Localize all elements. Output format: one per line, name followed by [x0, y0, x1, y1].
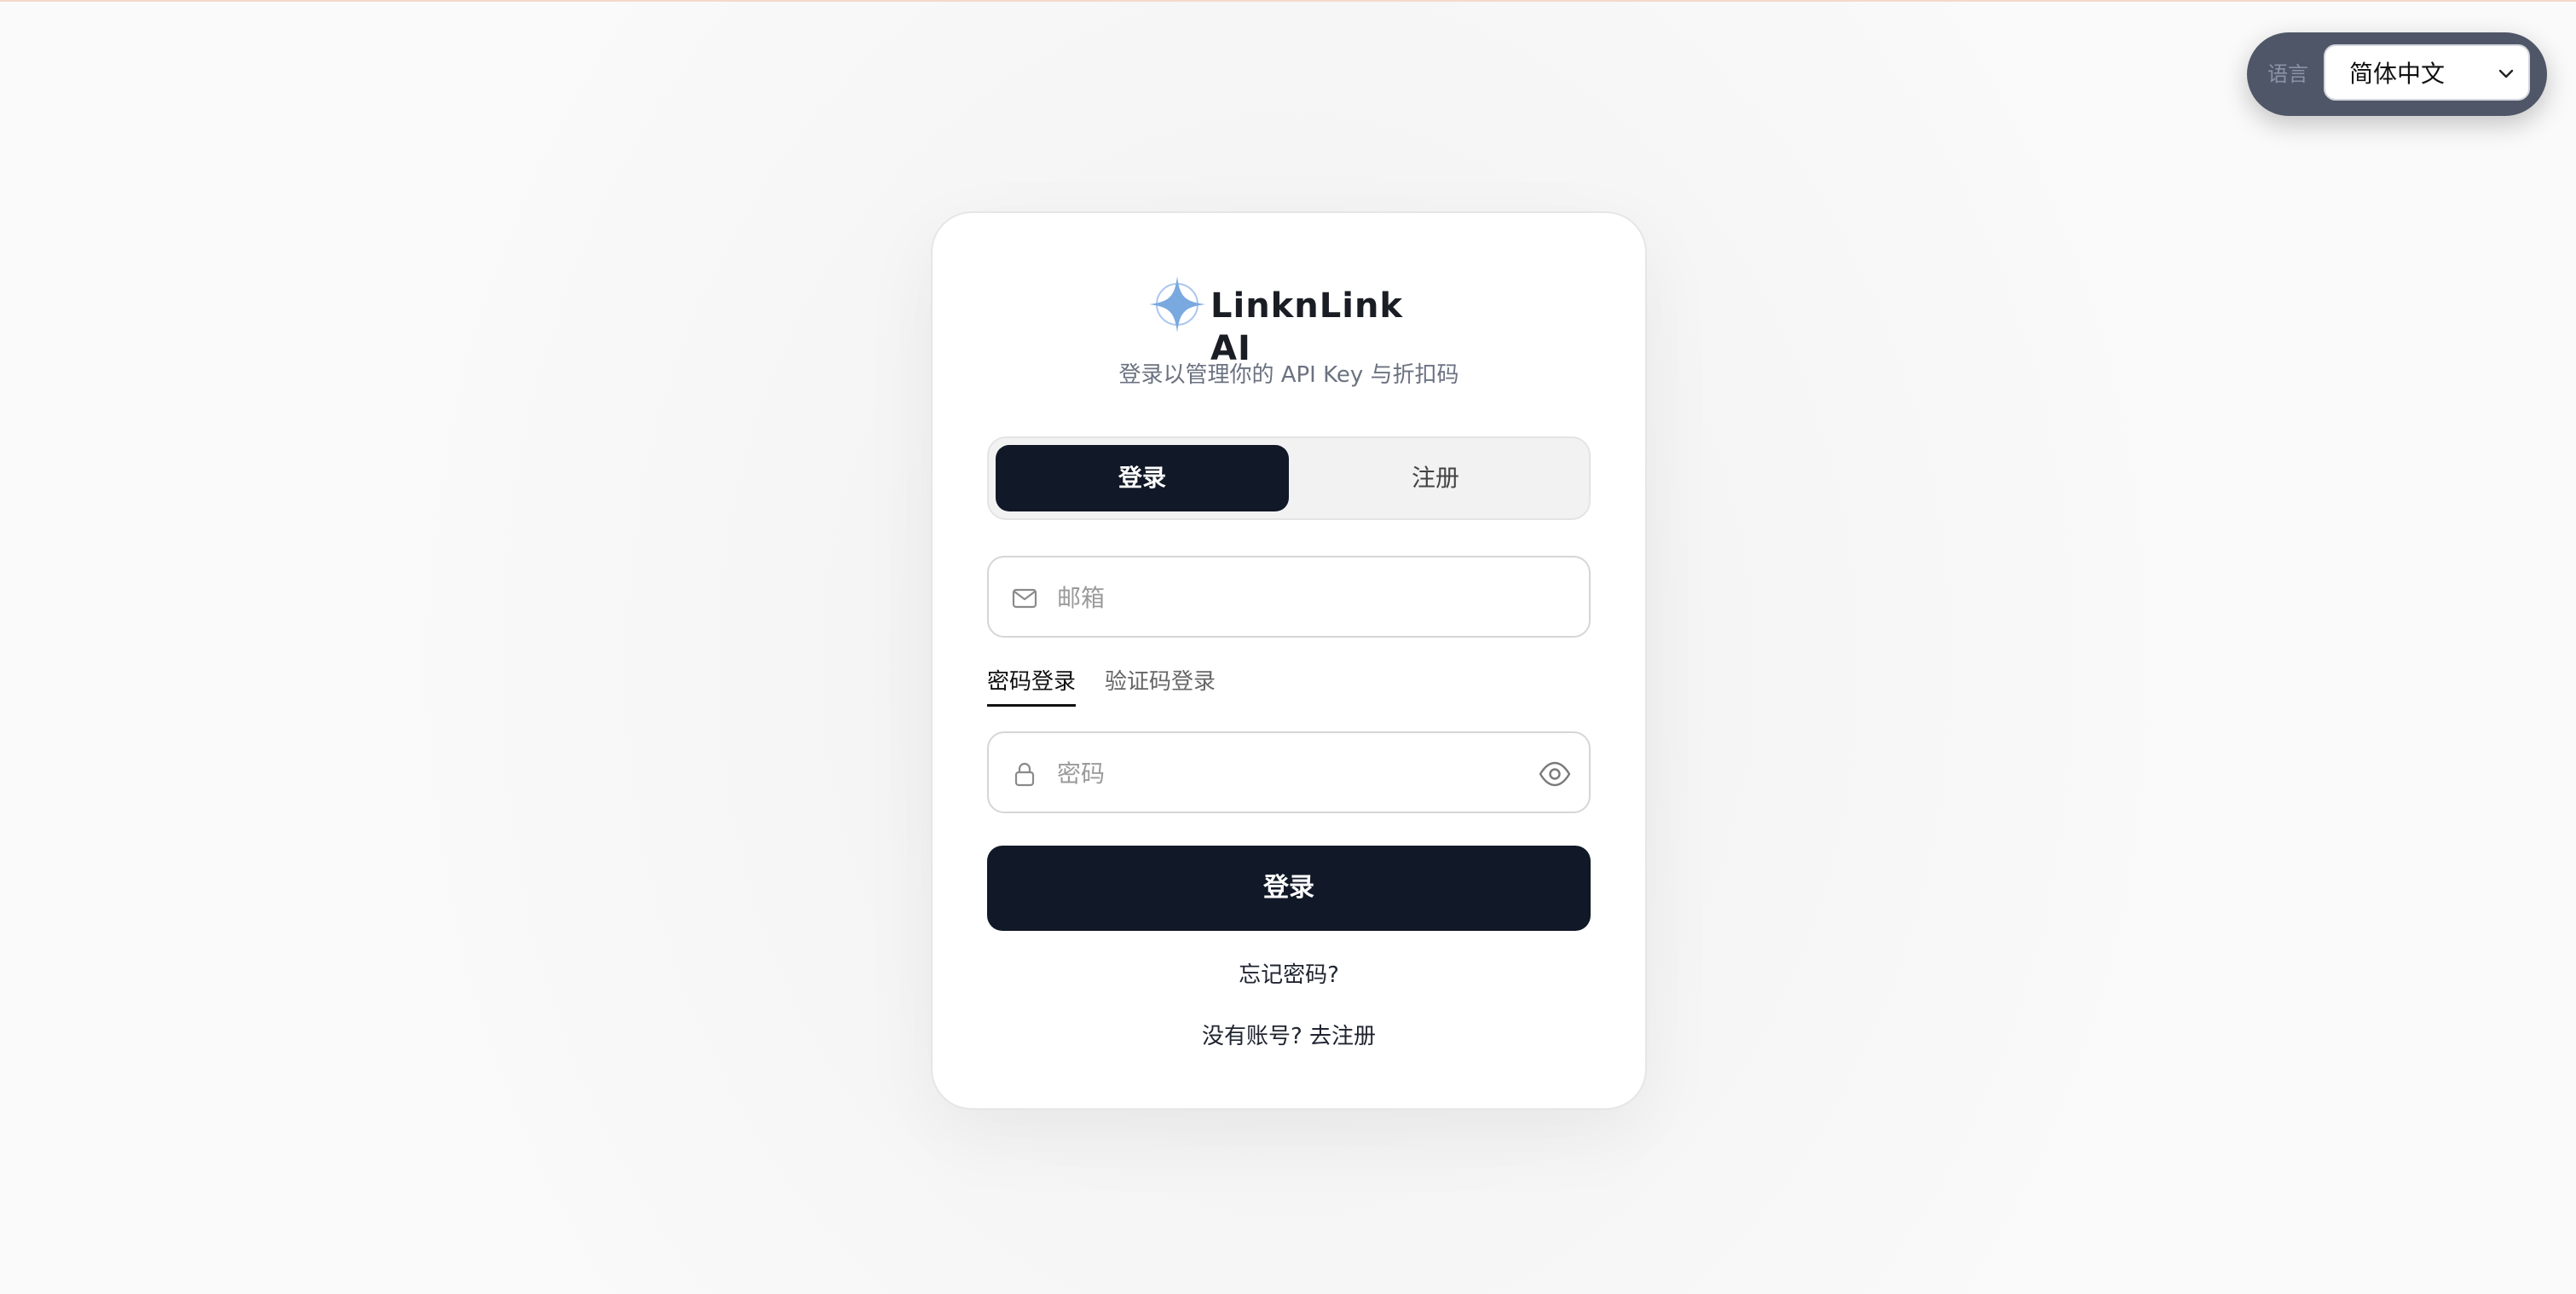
login-card: LinknLink AI 登录以管理你的 API Key 与折扣码 登录 注册 … — [931, 211, 1647, 1110]
brand-name: LinknLink AI — [1210, 286, 1404, 368]
forgot-password-link[interactable]: 忘记密码? — [1239, 962, 1339, 988]
language-select[interactable]: 简体中文 — [2324, 44, 2530, 101]
signup-prompt: 没有账号? — [1201, 1024, 1302, 1049]
four-point-star-icon — [1149, 276, 1205, 332]
login-submit-button[interactable]: 登录 — [987, 846, 1591, 931]
brand-logo: LinknLink AI — [1147, 271, 1437, 368]
language-switcher: 语言 简体中文 — [2247, 32, 2547, 116]
language-label: 语言 — [2267, 62, 2308, 86]
top-accent-line — [0, 0, 2576, 2]
email-input[interactable] — [1057, 576, 1517, 619]
login-method-tabs: 密码登录 验证码登录 — [987, 665, 1328, 708]
forgot-password-row: 忘记密码? — [933, 960, 1645, 991]
page-subtitle: 登录以管理你的 API Key 与折扣码 — [1118, 362, 1459, 388]
language-selected-value: 简体中文 — [2349, 60, 2446, 88]
signup-row: 没有账号? 去注册 — [933, 1021, 1645, 1052]
eye-icon[interactable] — [1538, 759, 1572, 789]
tab-register[interactable]: 注册 — [1289, 445, 1582, 511]
password-input[interactable] — [1057, 752, 1517, 794]
mail-icon — [1012, 588, 1037, 609]
auth-mode-tabs: 登录 注册 — [987, 436, 1591, 520]
signup-link[interactable]: 去注册 — [1309, 1024, 1376, 1049]
tab-code-login[interactable]: 验证码登录 — [1105, 665, 1216, 699]
chevron-down-icon — [2498, 69, 2514, 78]
lock-icon — [1014, 762, 1035, 787]
password-field — [987, 731, 1591, 813]
tab-login[interactable]: 登录 — [996, 445, 1289, 511]
tab-password-login[interactable]: 密码登录 — [987, 665, 1077, 707]
email-field — [987, 556, 1591, 638]
